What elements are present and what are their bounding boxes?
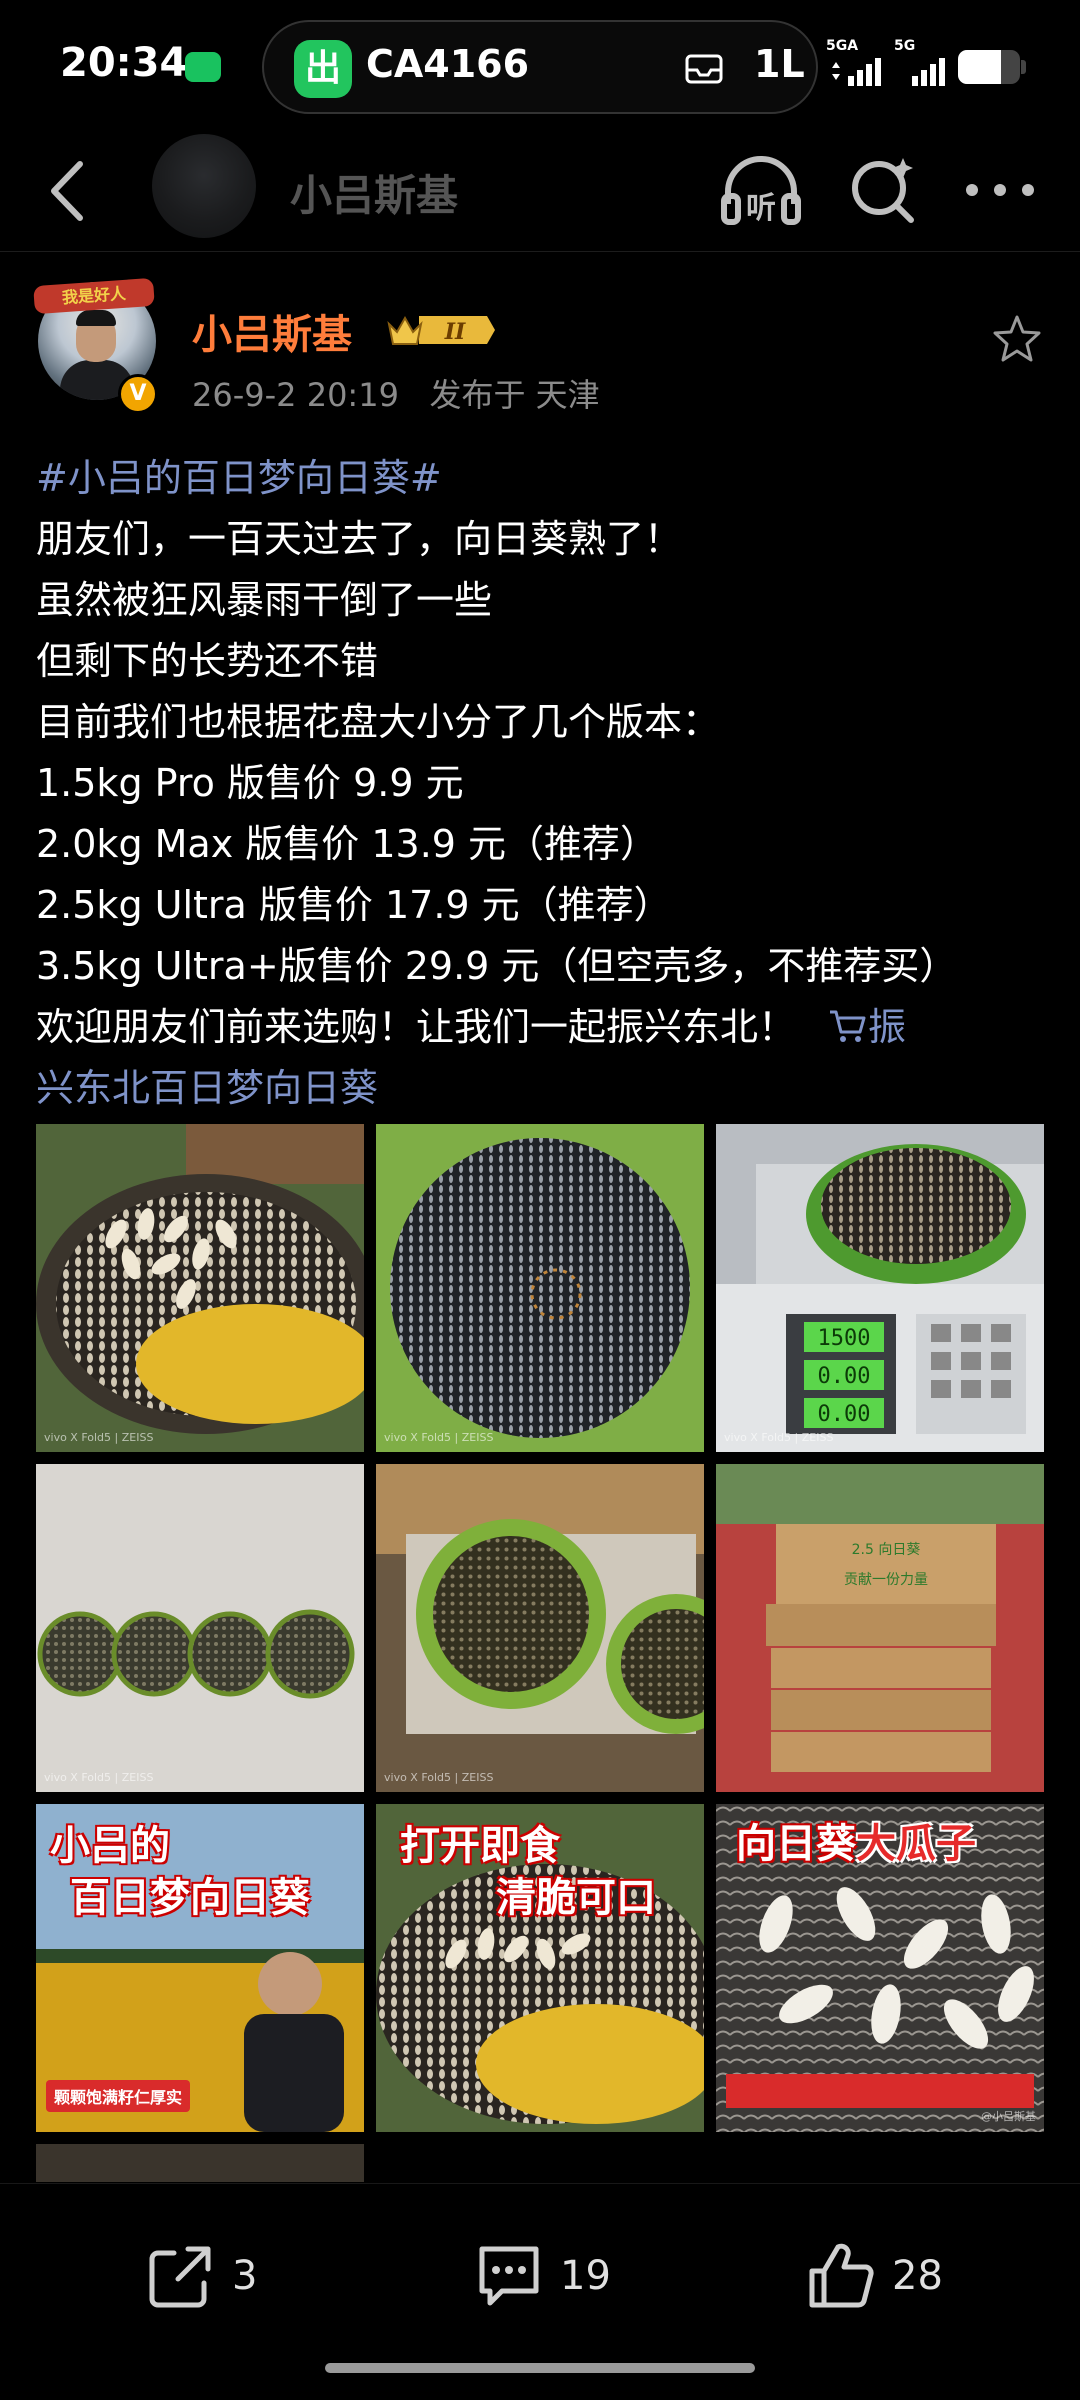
post-line: 但剩下的长势还不错 [36, 639, 379, 683]
status-bar: 20:34 出 CA4166 1L 5GA 5G [0, 0, 1080, 130]
promo-banner: 颗颗饱满籽仁厚实 [46, 2080, 191, 2112]
image-tile-box-heads[interactable]: vivo X Fold5 | ZEISS [376, 1464, 704, 1792]
post-line: 1.5kg Pro 版售价 9.9 元 [36, 761, 464, 805]
cardboard-boxes-image: 2.5 向日葵 贡献一份力量 [716, 1464, 1044, 1792]
post-timestamp: 26-9-2 20:19 [192, 376, 399, 414]
image-tile-promo-seeds[interactable]: 向日葵大瓜子 @小吕斯基 [716, 1804, 1044, 2132]
sunflower-head-image [36, 1124, 364, 1452]
image-caption: vivo X Fold5 | ZEISS [724, 1431, 834, 1444]
post-line: 目前我们也根据花盘大小分了几个版本： [36, 700, 721, 744]
luggage-lane: 1L [754, 42, 805, 86]
shop-link-part2[interactable]: 兴东北百日梦向日葵 [36, 1058, 1046, 1119]
image-tile-boxes[interactable]: 2.5 向日葵 贡献一份力量 [716, 1464, 1044, 1792]
flight-live-activity[interactable]: 出 CA4166 1L [262, 20, 818, 114]
battery-icon [958, 50, 1020, 84]
share-count: 3 [232, 2253, 258, 2299]
battery-cap [1021, 60, 1026, 74]
scale-reading: 0.00 [818, 1364, 871, 1389]
network-label-2: 5G [894, 38, 916, 54]
signal-indicators: 5GA 5G [824, 38, 964, 88]
favorite-star-icon[interactable] [990, 312, 1044, 366]
comment-count: 19 [560, 2253, 611, 2299]
post-meta: 26-9-2 20:19 发布于 天津 [192, 370, 600, 416]
sunflowers-on-box-image [376, 1464, 704, 1792]
image-caption: vivo X Fold5 | ZEISS [384, 1431, 494, 1444]
nav-user-name[interactable]: 小吕斯基 [290, 162, 458, 223]
crown-level-badge-icon[interactable]: II [385, 310, 495, 350]
status-time: 20:34 [60, 40, 188, 86]
more-icon[interactable] [960, 170, 1040, 210]
comment-button[interactable]: 19 [472, 2236, 611, 2316]
post-line: 朋友们，一百天过去了，向日葵熟了！ [36, 517, 683, 561]
flight-number: CA4166 [366, 42, 530, 86]
post-line: 虽然被狂风暴雨干倒了一些 [36, 578, 493, 622]
signal-bars-icon [832, 58, 945, 86]
scale-reading: 0.00 [818, 1402, 871, 1427]
avatar-hair [76, 310, 116, 326]
back-icon[interactable] [38, 156, 98, 226]
image-tile-four-heads[interactable]: vivo X Fold5 | ZEISS [36, 1464, 364, 1792]
image-tile-sunflower-seeds[interactable]: vivo X Fold5 | ZEISS [36, 1124, 364, 1452]
image-tile-sunflower-closeup[interactable]: vivo X Fold5 | ZEISS [376, 1124, 704, 1452]
post-location: 发布于 天津 [429, 376, 600, 414]
post-line: 2.0kg Max 版售价 13.9 元（推荐） [36, 822, 659, 866]
badge-level: II [444, 319, 466, 345]
promo-line-2: 百日梦向日葵 [70, 1875, 310, 1921]
promo-text-red: 大瓜子 [856, 1821, 976, 1867]
box-text: 贡献一份力量 [844, 1572, 928, 1588]
box-text: 2.5 向日葵 [852, 1542, 921, 1558]
share-button[interactable]: 3 [144, 2236, 257, 2316]
promo-text-white: 向日葵 [736, 1821, 856, 1867]
comment-icon [479, 2246, 539, 2306]
promo-line-1: 打开即食 [400, 1823, 560, 1869]
luggage-tray-icon [685, 54, 723, 84]
image-caption: vivo X Fold5 | ZEISS [44, 1771, 154, 1784]
image-tile-promo-field[interactable]: 小吕的 百日梦向日葵 颗颗饱满籽仁厚实 [36, 1804, 364, 2132]
search-icon[interactable] [845, 150, 921, 226]
shopping-cart-icon[interactable] [828, 1008, 868, 1044]
post-line: 2.5kg Ultra 版售价 17.9 元（推荐） [36, 883, 672, 927]
like-button[interactable]: 28 [804, 2236, 943, 2316]
wechat-icon [185, 52, 221, 82]
post-line: 3.5kg Ultra+版售价 29.9 元（但空壳多，不推荐买） [36, 944, 958, 988]
sunflower-disc-image [376, 1124, 704, 1452]
promo-line-1: 小吕的 [50, 1823, 170, 1869]
scale-reading: 1500 [818, 1326, 871, 1351]
scale-image: 1500 0.00 0.00 [716, 1124, 1044, 1452]
thumbs-up-icon [809, 2243, 874, 2308]
image-tile-partial[interactable] [36, 2144, 364, 2182]
top-nav-bar: 小吕斯基 听 [0, 130, 1080, 252]
nav-avatar[interactable] [152, 134, 256, 238]
image-watermark: @小吕斯基 [981, 2110, 1036, 2123]
post-hashtag[interactable]: #小吕的百日梦向日葵# [36, 448, 1046, 509]
home-indicator[interactable] [325, 2363, 755, 2373]
post-line: 欢迎朋友们前来选购！让我们一起振兴东北！ [36, 1005, 797, 1049]
image-caption: vivo X Fold5 | ZEISS [44, 1431, 154, 1444]
image-tile-promo-ready[interactable]: 打开即食 清脆可口 [376, 1804, 704, 2132]
like-count: 28 [892, 2253, 943, 2299]
network-label-1: 5GA [826, 38, 859, 54]
post-body: #小吕的百日梦向日葵# 朋友们，一百天过去了，向日葵熟了！ 虽然被狂风暴雨干倒了… [36, 448, 1046, 1119]
listen-icon[interactable]: 听 [718, 152, 804, 228]
image-caption: vivo X Fold5 | ZEISS [384, 1771, 494, 1784]
share-icon [149, 2246, 211, 2308]
four-sunflowers-image [36, 1464, 364, 1792]
promo-line-2: 清脆可口 [496, 1875, 656, 1921]
promo-line-1: 向日葵大瓜子 [736, 1820, 976, 1868]
shop-link-part1[interactable]: 振 [868, 1005, 906, 1049]
verified-badge-icon: V [118, 374, 158, 414]
svg-text:听: 听 [746, 191, 776, 226]
post-line-with-link: 欢迎朋友们前来选购！让我们一起振兴东北！ 振 [36, 997, 1046, 1058]
author-name[interactable]: 小吕斯基 [192, 302, 352, 360]
flight-app-icon: 出 [294, 40, 352, 98]
battery-level [958, 50, 1002, 84]
image-tile-weighing-scale[interactable]: 1500 0.00 0.00 vivo X Fold5 | ZEISS [716, 1124, 1044, 1452]
